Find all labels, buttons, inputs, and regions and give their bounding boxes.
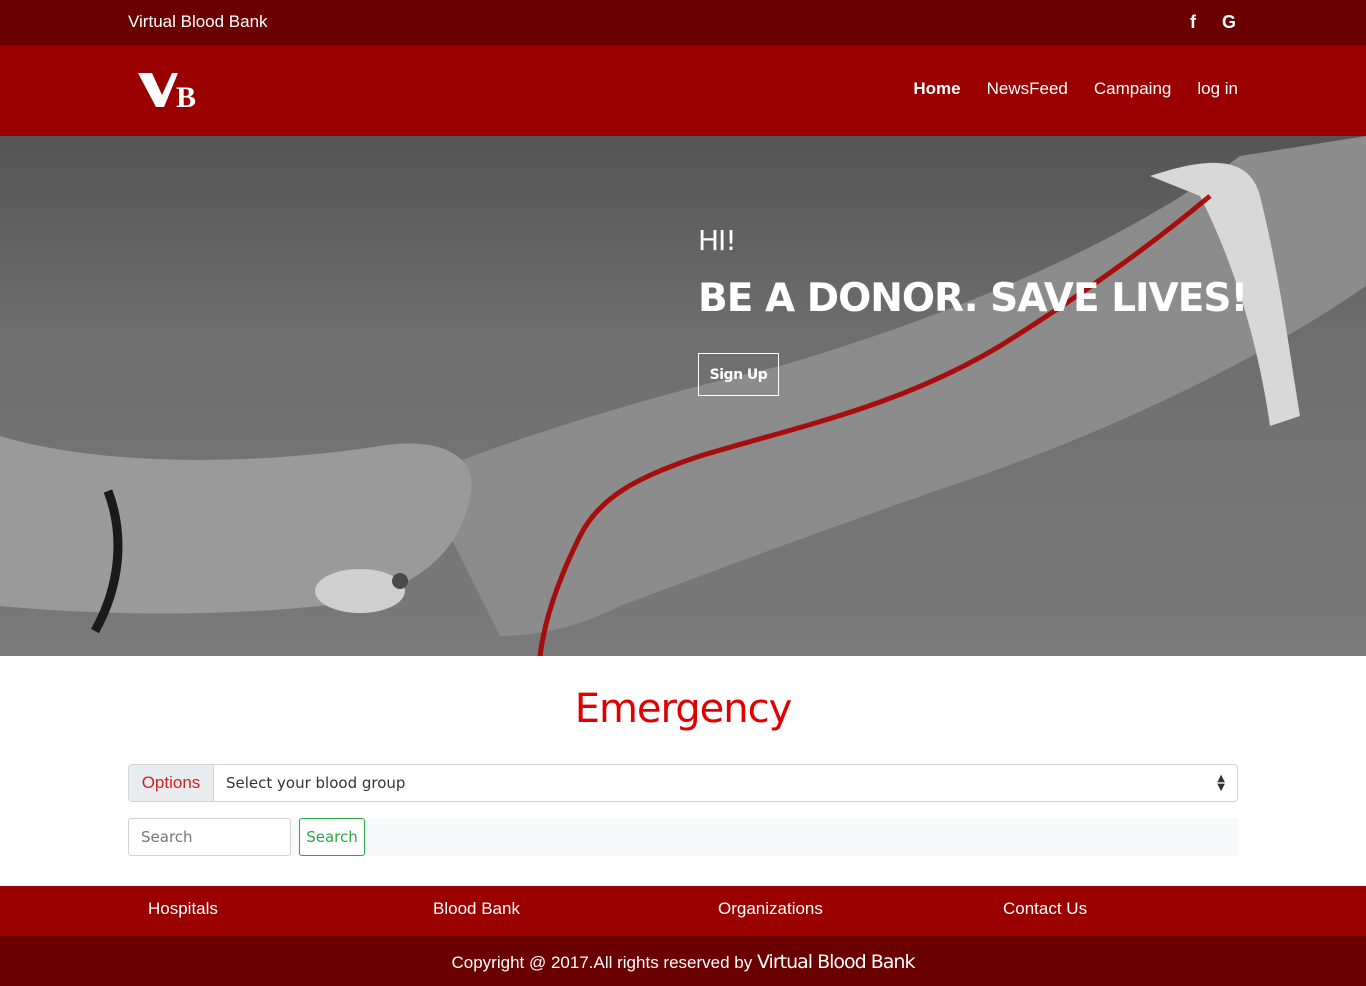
nav-login[interactable]: log in [1197, 79, 1238, 99]
footer-link-blood-bank[interactable]: Blood Bank [433, 899, 520, 919]
blood-group-select[interactable]: Select your blood group ▲ ▼ [214, 765, 1237, 801]
nav-home[interactable]: Home [913, 79, 960, 99]
hero-greeting: HI! [698, 224, 737, 257]
copyright-brand: Virtual Blood Bank [756, 951, 916, 973]
facebook-icon[interactable]: f [1184, 12, 1202, 33]
main-navbar: B Home NewsFeed Campaing log in [0, 45, 1366, 136]
footer-links-bar: Hospitals Blood Bank Organizations Conta… [0, 886, 1366, 936]
footer-link-hospitals[interactable]: Hospitals [148, 899, 218, 919]
copyright-text: Copyright @ 2017.All rights reserved by [451, 953, 753, 972]
nav-links: Home NewsFeed Campaing log in [913, 79, 1238, 99]
options-label: Options [129, 765, 214, 801]
select-arrows-icon: ▲ ▼ [1217, 773, 1225, 793]
nav-newsfeed[interactable]: NewsFeed [987, 79, 1068, 99]
social-links: f G [1184, 12, 1238, 33]
hero-banner: HI! BE A DONOR. SAVE LIVES! Sign Up [0, 136, 1366, 656]
blood-group-select-value: Select your blood group [226, 774, 406, 792]
blood-group-select-group: Options Select your blood group ▲ ▼ [128, 764, 1238, 802]
signup-button[interactable]: Sign Up [698, 353, 779, 396]
footer-link-organizations[interactable]: Organizations [718, 899, 823, 919]
hero-slogan: BE A DONOR. SAVE LIVES! [698, 276, 1248, 321]
top-bar: Virtual Blood Bank f G [0, 0, 1366, 45]
copyright-bar: Copyright @ 2017.All rights reserved by … [0, 936, 1366, 986]
search-button[interactable]: Search [299, 818, 365, 856]
search-row: Search [128, 818, 1238, 856]
hero-background-image [0, 136, 1366, 656]
footer-link-contact-us[interactable]: Contact Us [1003, 899, 1087, 919]
google-icon[interactable]: G [1220, 12, 1238, 33]
emergency-heading: Emergency [574, 686, 793, 732]
logo-text: B [176, 81, 196, 111]
vb-logo[interactable]: B [138, 71, 212, 111]
search-input[interactable] [128, 818, 291, 856]
site-name: Virtual Blood Bank [128, 12, 268, 31]
nav-campaing[interactable]: Campaing [1094, 79, 1172, 99]
